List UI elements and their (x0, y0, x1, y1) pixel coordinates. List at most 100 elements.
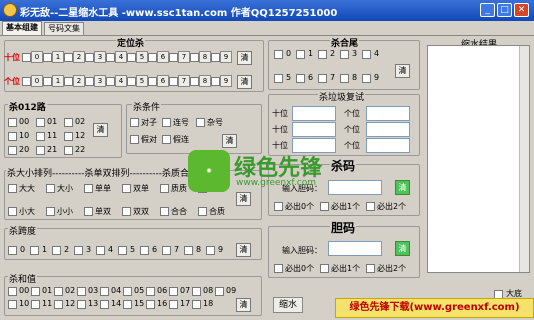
shahewei-3-checkbox[interactable] (340, 50, 349, 59)
daxiao-item-10-checkbox[interactable] (160, 207, 169, 216)
dingwei-shi-1-checkbox[interactable] (43, 53, 52, 62)
daxiao-item-11-checkbox[interactable] (198, 207, 207, 216)
daxiao-item-9-checkbox[interactable] (122, 207, 131, 216)
sha012-12-checkbox[interactable] (64, 132, 73, 141)
dingwei-shi-0-checkbox[interactable] (22, 53, 31, 62)
sha012-02-checkbox[interactable] (64, 118, 73, 127)
dan-go-button[interactable]: 清 (395, 241, 410, 256)
shalaji-row-0-input[interactable] (292, 106, 336, 121)
yuxia-clear-button[interactable]: 清 (236, 243, 251, 257)
shatiao-item-1-checkbox[interactable] (162, 118, 171, 127)
dingwei-shi-7-button[interactable]: 7 (178, 51, 190, 63)
shadan-go-button[interactable]: 清 (395, 180, 410, 195)
dingwei-shi-4-checkbox[interactable] (106, 53, 115, 62)
dingwei-ge-1-button[interactable]: 1 (52, 75, 64, 87)
sha012-01-checkbox[interactable] (36, 118, 45, 127)
daxiao-item-7-checkbox[interactable] (46, 207, 55, 216)
yuxia-7-checkbox[interactable] (162, 246, 171, 255)
shatiao-item-3-checkbox[interactable] (130, 135, 139, 144)
daxiao-item-4-checkbox[interactable] (160, 184, 169, 193)
dingwei-ge-4-button[interactable]: 4 (115, 75, 127, 87)
shahewei-9-checkbox[interactable] (362, 74, 371, 83)
dingwei-ge-6-button[interactable]: 6 (157, 75, 169, 87)
hezhi-06-checkbox[interactable] (146, 287, 155, 296)
dingwei-shi-9-button[interactable]: 9 (220, 51, 232, 63)
shatiao-clear-button[interactable]: 清 (222, 134, 237, 148)
dan-opt-2-checkbox[interactable] (366, 264, 375, 273)
hezhi-09-checkbox[interactable] (215, 287, 224, 296)
yuxia-8-checkbox[interactable] (184, 246, 193, 255)
dingwei-shi-7-checkbox[interactable] (169, 53, 178, 62)
sha012-clear-button[interactable]: 清 (93, 123, 108, 137)
shalaji-col-1-input[interactable] (366, 122, 410, 137)
download-banner[interactable]: 绿色先锋下载(www.greenxf.com) (335, 298, 534, 318)
yuxia-0-checkbox[interactable] (8, 246, 17, 255)
daxiao-item-2-checkbox[interactable] (84, 184, 93, 193)
shalaji-col-0-input[interactable] (366, 106, 410, 121)
dingwei-ge-clear-button[interactable]: 清 (237, 75, 252, 89)
hezhi-07-checkbox[interactable] (169, 287, 178, 296)
shatiao-item-2-checkbox[interactable] (196, 118, 205, 127)
shatiao-item-4-checkbox[interactable] (162, 135, 171, 144)
dingwei-shi-3-button[interactable]: 3 (94, 51, 106, 63)
dingwei-ge-5-button[interactable]: 5 (136, 75, 148, 87)
hezhi-16-checkbox[interactable] (146, 300, 155, 309)
tab-basic[interactable]: 基本组建 (2, 21, 42, 35)
hezhi-08-checkbox[interactable] (192, 287, 201, 296)
dingwei-shi-6-button[interactable]: 6 (157, 51, 169, 63)
daxiao-item-1-checkbox[interactable] (46, 184, 55, 193)
hezhi-05-checkbox[interactable] (123, 287, 132, 296)
hezhi-04-checkbox[interactable] (100, 287, 109, 296)
shadan-opt-2-checkbox[interactable] (366, 202, 375, 211)
dingwei-shi-0-button[interactable]: 0 (31, 51, 43, 63)
shahewei-6-checkbox[interactable] (296, 74, 305, 83)
hezhi-02-checkbox[interactable] (54, 287, 63, 296)
shadan-opt-1-checkbox[interactable] (320, 202, 329, 211)
yuxia-2-checkbox[interactable] (52, 246, 61, 255)
yuxia-1-checkbox[interactable] (30, 246, 39, 255)
shahewei-5-checkbox[interactable] (274, 74, 283, 83)
close-button[interactable]: ✕ (514, 3, 529, 17)
dingwei-ge-0-button[interactable]: 0 (31, 75, 43, 87)
result-scrollbar[interactable] (519, 46, 529, 272)
dan-opt-0-checkbox[interactable] (274, 264, 283, 273)
dingwei-ge-1-checkbox[interactable] (43, 77, 52, 86)
dingwei-ge-4-checkbox[interactable] (106, 77, 115, 86)
shahewei-8-checkbox[interactable] (340, 74, 349, 83)
dingwei-ge-3-checkbox[interactable] (85, 77, 94, 86)
dingwei-ge-9-button[interactable]: 9 (220, 75, 232, 87)
daxiao-item-6-checkbox[interactable] (8, 207, 17, 216)
hezhi-03-checkbox[interactable] (77, 287, 86, 296)
sha012-21-checkbox[interactable] (36, 146, 45, 155)
shahewei-0-checkbox[interactable] (274, 50, 283, 59)
dingwei-ge-5-checkbox[interactable] (127, 77, 136, 86)
hezhi-01-checkbox[interactable] (31, 287, 40, 296)
daxiao-item-3-checkbox[interactable] (122, 184, 131, 193)
shahewei-clear-button[interactable]: 清 (395, 64, 410, 78)
hezhi-clear-button[interactable]: 清 (236, 298, 251, 312)
shahewei-2-checkbox[interactable] (318, 50, 327, 59)
hezhi-11-checkbox[interactable] (31, 300, 40, 309)
dan-input[interactable] (328, 241, 382, 256)
yuxia-6-checkbox[interactable] (140, 246, 149, 255)
yuxia-9-checkbox[interactable] (206, 246, 215, 255)
minimize-button[interactable]: _ (480, 3, 495, 17)
shrink-button[interactable]: 缩水 (273, 297, 303, 313)
hezhi-17-checkbox[interactable] (169, 300, 178, 309)
result-list[interactable] (427, 45, 530, 273)
dingwei-shi-8-button[interactable]: 8 (199, 51, 211, 63)
dingwei-ge-8-checkbox[interactable] (190, 77, 199, 86)
hezhi-00-checkbox[interactable] (8, 287, 17, 296)
dingwei-ge-7-button[interactable]: 7 (178, 75, 190, 87)
dingwei-shi-1-button[interactable]: 1 (52, 51, 64, 63)
dingwei-ge-7-checkbox[interactable] (169, 77, 178, 86)
dingwei-ge-3-button[interactable]: 3 (94, 75, 106, 87)
dingwei-shi-8-checkbox[interactable] (190, 53, 199, 62)
dingwei-shi-6-checkbox[interactable] (148, 53, 157, 62)
shahewei-1-checkbox[interactable] (296, 50, 305, 59)
hezhi-10-checkbox[interactable] (8, 300, 17, 309)
daxiao-item-0-checkbox[interactable] (8, 184, 17, 193)
sha012-22-checkbox[interactable] (64, 146, 73, 155)
shahewei-4-checkbox[interactable] (362, 50, 371, 59)
dingwei-ge-2-button[interactable]: 2 (73, 75, 85, 87)
